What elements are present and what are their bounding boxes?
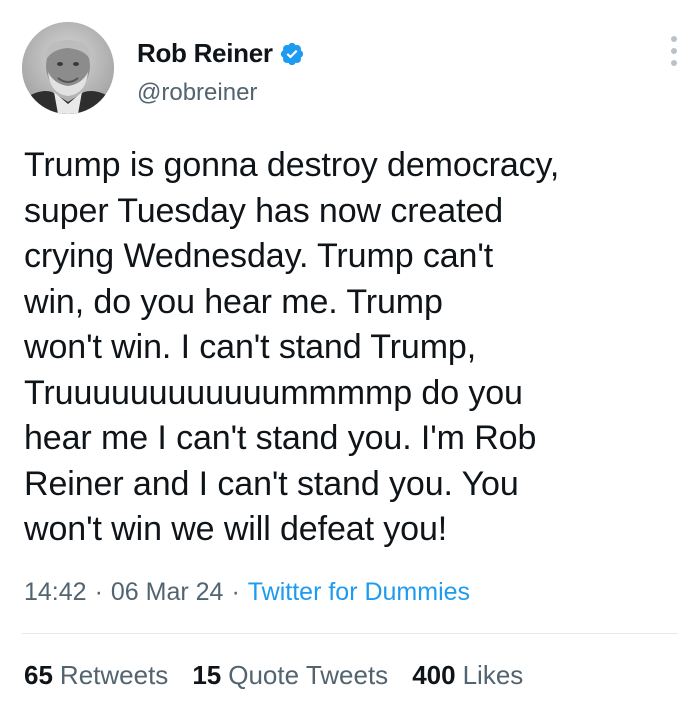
tweet-card: Rob Reiner @robreiner Trump is gonna des…: [0, 0, 700, 710]
tweet-time[interactable]: 14:42: [24, 578, 87, 607]
tweet-source-link[interactable]: Twitter for Dummies: [248, 578, 470, 607]
likes-label: Likes: [462, 660, 524, 690]
tweet-text: Trump is gonna destroy democracy, super …: [24, 146, 560, 548]
tweet-meta: 14:42 · 06 Mar 24 · Twitter for Dummies: [24, 578, 470, 607]
more-vertical-icon[interactable]: [662, 36, 686, 70]
author-block: Rob Reiner @robreiner: [137, 38, 305, 107]
avatar-photo: [22, 22, 114, 114]
retweets-stat[interactable]: 65 Retweets: [24, 660, 168, 691]
author-handle[interactable]: @robreiner: [137, 79, 305, 107]
meta-separator: ·: [231, 578, 240, 606]
retweets-count: 65: [24, 660, 53, 690]
meta-separator: ·: [94, 578, 103, 606]
author-display-name[interactable]: Rob Reiner: [137, 38, 273, 69]
quote-tweets-label: Quote Tweets: [228, 660, 389, 690]
likes-count: 400: [412, 660, 456, 690]
quote-tweets-stat[interactable]: 15 Quote Tweets: [192, 660, 388, 691]
tweet-date[interactable]: 06 Mar 24: [111, 578, 224, 607]
verified-badge-icon: [279, 41, 305, 67]
tweet-stats: 65 Retweets 15 Quote Tweets 400 Likes: [24, 660, 523, 691]
avatar[interactable]: [22, 22, 114, 114]
retweets-label: Retweets: [59, 660, 169, 690]
divider: [22, 633, 678, 634]
author-name-row: Rob Reiner: [137, 38, 305, 69]
quote-tweets-count: 15: [192, 660, 222, 690]
likes-stat[interactable]: 400 Likes: [412, 660, 523, 691]
